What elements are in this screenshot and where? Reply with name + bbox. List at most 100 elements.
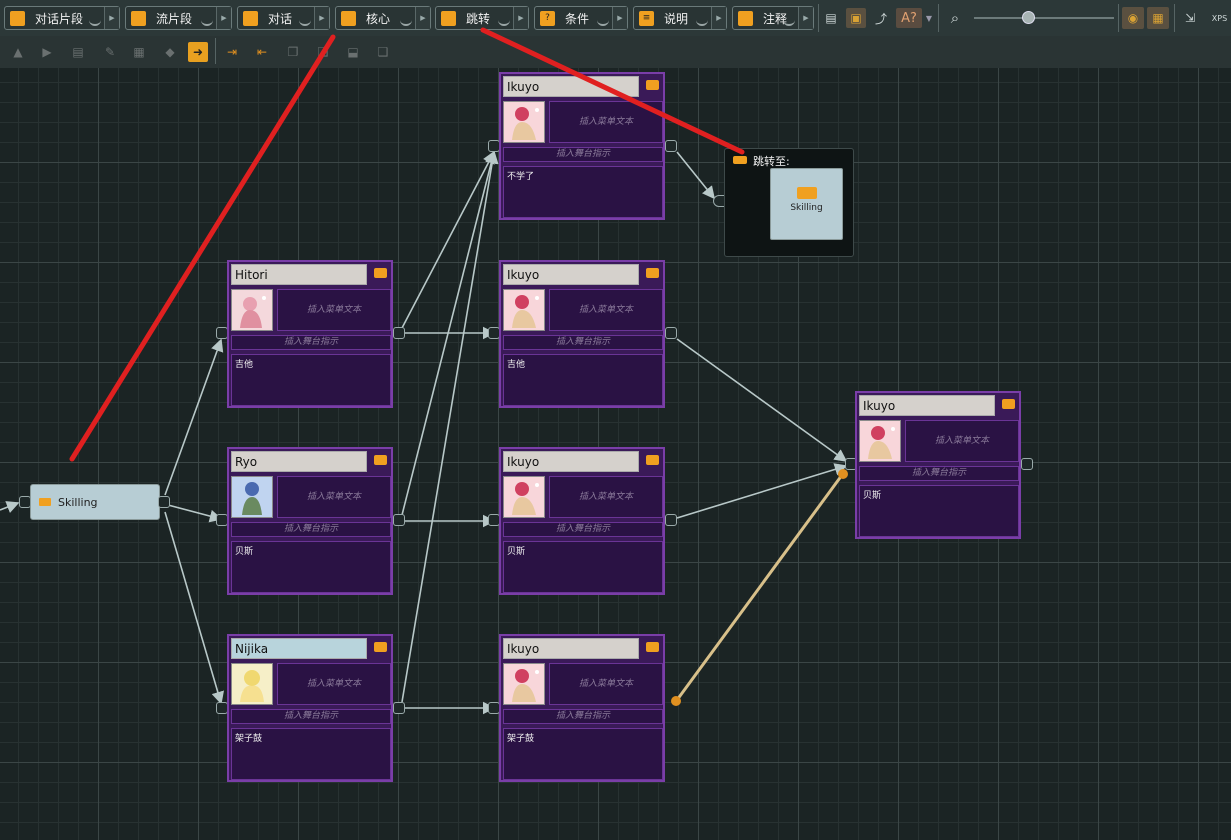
speaker-name[interactable]: Ryo [231, 451, 367, 472]
dialogue-text[interactable]: 吉他 [503, 354, 663, 406]
output-pin[interactable] [158, 496, 170, 508]
jump-target[interactable]: Skilling [770, 168, 843, 240]
dialogue-text[interactable]: 贝斯 [859, 485, 1019, 537]
stage-directions-field[interactable]: 插入舞台指示 [231, 522, 391, 537]
xps-icon[interactable]: XPS [1208, 8, 1231, 28]
menu-text-field[interactable]: 插入菜单文本 [549, 663, 663, 705]
dropdown-arrow-icon[interactable]: ▶ [415, 7, 430, 29]
stage-directions-field[interactable]: 插入舞台指示 [231, 335, 391, 350]
stage-directions-field[interactable]: 插入舞台指示 [503, 147, 663, 162]
list-icon[interactable]: ▤ [821, 8, 841, 28]
output-pin[interactable] [665, 327, 677, 339]
move-down-icon[interactable]: ⬓ [343, 42, 363, 62]
jump-label: 跳转 [466, 11, 491, 26]
dialogue-node-ikuyo-final[interactable]: Ikuyo 插入菜单文本 插入舞台指示 贝斯 [855, 391, 1021, 539]
stage-directions-field[interactable]: 插入舞台指示 [503, 522, 663, 537]
copy-icon[interactable]: ❐ [283, 42, 303, 62]
menu-text-field[interactable]: 插入菜单文本 [549, 101, 663, 143]
condition-button[interactable]: ? 条件 ▶ [534, 6, 628, 30]
dropdown-arrow-icon[interactable]: ▶ [314, 7, 329, 29]
dialogue-text[interactable]: 不学了 [503, 166, 663, 218]
dialogue-node-ikuyo-drum[interactable]: Ikuyo 插入菜单文本 插入舞台指示 架子鼓 [499, 634, 665, 782]
speaker-name[interactable]: Ikuyo [503, 76, 639, 97]
dropdown-arrow-icon[interactable]: ▶ [711, 7, 726, 29]
stage-directions-field[interactable]: 插入舞台指示 [859, 466, 1019, 481]
dialogue-text[interactable]: 架子鼓 [503, 728, 663, 780]
menu-text-field[interactable]: 插入菜单文本 [277, 663, 391, 705]
dropdown-arrow-icon[interactable]: ▶ [216, 7, 231, 29]
wave-icon [597, 16, 609, 26]
speaker-name[interactable]: Ikuyo [503, 451, 639, 472]
output-pin[interactable] [393, 702, 405, 714]
localization-icon[interactable]: A? [896, 8, 922, 28]
dialogue-fragment-button[interactable]: 对话片段 ▶ [4, 6, 120, 30]
speaker-name[interactable]: Hitori [231, 264, 367, 285]
navigate-icon[interactable]: ◆ [160, 42, 180, 62]
snap-grid-icon[interactable]: ▦ [1147, 7, 1169, 29]
jump-button[interactable]: 跳转 ▶ [435, 6, 529, 30]
play-icon[interactable]: ▶ [37, 42, 57, 62]
speech-bubble-icon [374, 268, 387, 278]
dialogue-text[interactable]: 架子鼓 [231, 728, 391, 780]
stage-directions-field[interactable]: 插入舞台指示 [503, 709, 663, 724]
speaker-name[interactable]: Ikuyo [503, 638, 639, 659]
duplicate-icon[interactable]: ❑ [373, 42, 393, 62]
stage-directions-field[interactable]: 插入舞台指示 [503, 335, 663, 350]
menu-text-field[interactable]: 插入菜单文本 [905, 420, 1019, 462]
eye-grid-icon[interactable]: ◉ [1122, 7, 1144, 29]
zoom-slider-knob[interactable] [1022, 11, 1036, 24]
dialogue-text[interactable]: 贝斯 [231, 541, 391, 593]
hub-button[interactable]: 核心 ▶ [335, 6, 431, 30]
dialogue-node-ryo[interactable]: Ryo 插入菜单文本 插入舞台指示 贝斯 [227, 447, 393, 595]
paint-icon[interactable]: ✎ [100, 42, 120, 62]
dialogue-node-ikuyo-bass[interactable]: Ikuyo 插入菜单文本 插入舞台指示 贝斯 [499, 447, 665, 595]
toolbar-separator [938, 4, 939, 32]
menu-text-field[interactable]: 插入菜单文本 [277, 476, 391, 518]
jump-icon [441, 10, 456, 26]
menu-text-field[interactable]: 插入菜单文本 [277, 289, 391, 331]
dialogue-text[interactable]: 吉他 [231, 354, 391, 406]
instruction-button[interactable]: ≡ 说明 ▶ [633, 6, 727, 30]
menu-text-field[interactable]: 插入菜单文本 [549, 289, 663, 331]
open-icon[interactable]: ▲ [8, 42, 28, 62]
output-pin[interactable] [393, 327, 405, 339]
hub-node-skilling[interactable]: Skilling [30, 484, 160, 520]
paste-icon[interactable]: ❏ [313, 42, 333, 62]
dialogue-button[interactable]: 对话 ▶ [237, 6, 330, 30]
dialogue-node-ikuyo-quit[interactable]: Ikuyo 插入菜单文本 插入舞台指示 不学了 [499, 72, 665, 220]
dialogue-fragment-icon [10, 10, 25, 26]
dropdown-arrow-icon[interactable]: ▶ [513, 7, 528, 29]
hub-icon [341, 10, 356, 26]
navigate-arrow-icon[interactable]: ➜ [188, 42, 208, 62]
chevron-down-icon[interactable]: ▼ [924, 8, 934, 28]
stage-directions-field[interactable]: 插入舞台指示 [231, 709, 391, 724]
speaker-name[interactable]: Ikuyo [859, 395, 995, 416]
output-pin[interactable] [665, 140, 677, 152]
zoom-icon[interactable]: ⌕ [945, 8, 965, 28]
dialogue-node-ikuyo-guitar[interactable]: Ikuyo 插入菜单文本 插入舞台指示 吉他 [499, 260, 665, 408]
document-icon[interactable]: ▤ [68, 42, 88, 62]
output-pin[interactable] [665, 514, 677, 526]
display-icon[interactable]: ▣ [846, 8, 866, 28]
expand-icon[interactable]: ⇥ [220, 42, 244, 62]
speaker-name[interactable]: Ikuyo [503, 264, 639, 285]
output-pin[interactable] [1021, 458, 1033, 470]
dialogue-node-nijika[interactable]: Nijika 插入菜单文本 插入舞台指示 架子鼓 [227, 634, 393, 782]
comment-button[interactable]: 注释 ▶ [732, 6, 814, 30]
speaker-name[interactable]: Nijika [231, 638, 367, 659]
jump-node[interactable]: 跳转至: Skilling [724, 148, 854, 257]
export-icon[interactable]: ⇲ [1180, 8, 1200, 28]
collapse-icon[interactable]: ⇤ [250, 42, 274, 62]
zoom-slider-track[interactable] [974, 17, 1114, 19]
dropdown-arrow-icon[interactable]: ▶ [104, 7, 119, 29]
menu-text-field[interactable]: 插入菜单文本 [549, 476, 663, 518]
dropdown-arrow-icon[interactable]: ▶ [798, 7, 813, 29]
output-pin[interactable] [393, 514, 405, 526]
flow-fragment-button[interactable]: 流片段 ▶ [125, 6, 232, 30]
route-icon[interactable]: ⤴ [871, 8, 891, 28]
dialogue-text[interactable]: 贝斯 [503, 541, 663, 593]
dialogue-node-hitori[interactable]: Hitori 插入菜单文本 插入舞台指示 吉他 [227, 260, 393, 408]
layout-icon[interactable]: ▦ [129, 42, 149, 62]
dropdown-arrow-icon[interactable]: ▶ [612, 7, 627, 29]
speaker-portrait [503, 663, 545, 705]
